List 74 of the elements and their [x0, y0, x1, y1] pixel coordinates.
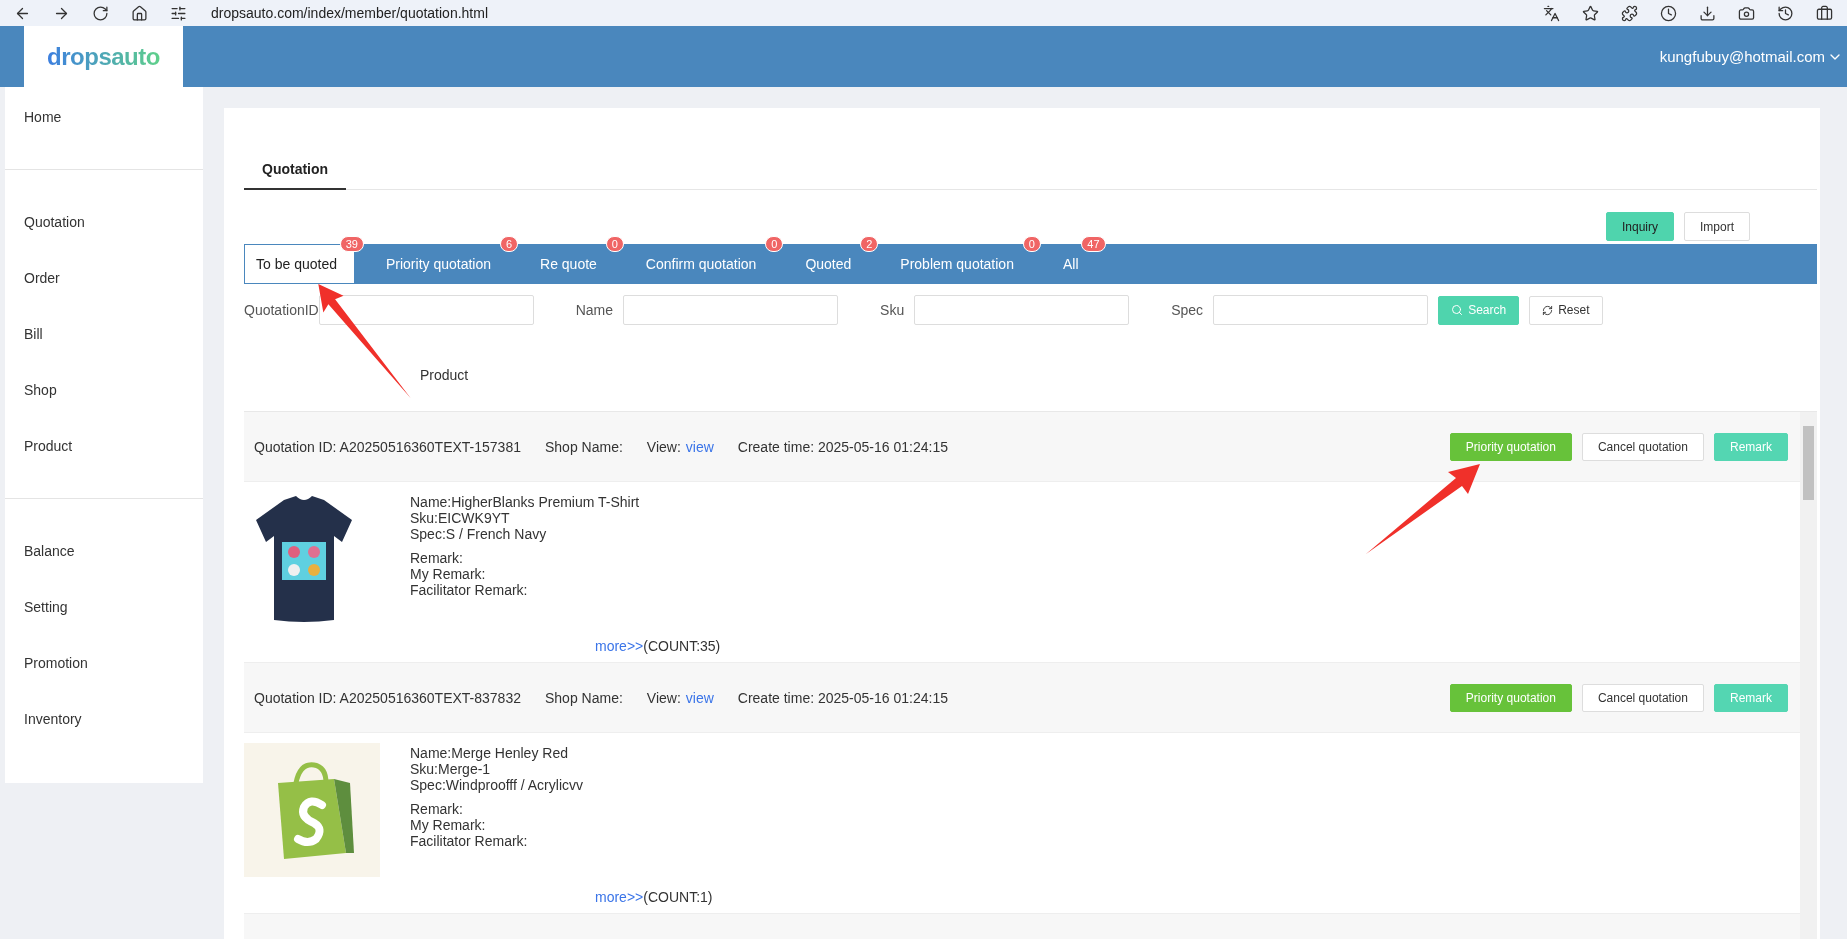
count-badge: 0: [605, 236, 624, 252]
filter-label: Sku: [880, 302, 905, 318]
reload-icon[interactable]: [92, 4, 109, 22]
remark-label: Remark:: [410, 550, 464, 566]
column-header: Product: [420, 367, 469, 383]
filter-input[interactable]: [318, 295, 534, 325]
remark-label: My Remark:: [410, 566, 487, 582]
remark-label: Remark:: [410, 801, 464, 817]
cancel-quotation-button[interactable]: Cancel quotation: [1581, 683, 1704, 712]
filter-label: Name: [575, 302, 614, 318]
more-link[interactable]: more>>: [595, 889, 644, 905]
remark-label: Facilitator Remark:: [410, 582, 529, 598]
sidebar-item[interactable]: Setting: [5, 579, 203, 635]
extension-icon[interactable]: [1621, 4, 1638, 22]
search-icon: [1451, 304, 1464, 316]
view-label: View:: [646, 438, 681, 455]
history-icon[interactable]: [1777, 4, 1794, 22]
product-detail: Sku:EICWK9YT: [410, 510, 511, 526]
product-detail: Spec:Windproofff / Acrylicvv: [410, 777, 583, 793]
count-badge: 2: [860, 236, 879, 252]
translate-icon[interactable]: [1543, 4, 1560, 22]
product-detail: Spec:S / French Navy: [410, 526, 548, 542]
count-badge: 0: [1022, 236, 1041, 252]
filter-input[interactable]: [1213, 295, 1429, 325]
cancel-quotation-button[interactable]: Cancel quotation: [1581, 432, 1704, 461]
filter-label: Spec: [1171, 302, 1204, 318]
count-badge: 0: [765, 236, 784, 252]
filter-input[interactable]: [623, 295, 839, 325]
view-label: View:: [646, 689, 681, 706]
product-detail: Name:HigherBlanks Premium T-Shirt: [410, 494, 640, 510]
sidebar-item[interactable]: Product: [5, 418, 203, 474]
download-icon[interactable]: [1699, 4, 1716, 22]
briefcase-icon[interactable]: [1816, 4, 1833, 22]
product-detail: Sku:Merge-1: [410, 761, 492, 777]
address-bar-url[interactable]: dropsauto.com/index/member/quotation.html: [211, 5, 489, 21]
view-link[interactable]: view: [685, 438, 714, 455]
scrollbar[interactable]: [1800, 412, 1817, 939]
sidebar-item[interactable]: Bill: [5, 306, 203, 362]
refresh-icon: [1542, 304, 1554, 316]
count-badge: 6: [499, 236, 519, 252]
bookmark-star-icon[interactable]: [1582, 4, 1599, 22]
sidebar-item[interactable]: Inventory: [5, 691, 203, 747]
sidebar-item[interactable]: Home: [5, 89, 203, 145]
create-time: Create time: 2025-05-16 01:24:15: [737, 689, 948, 706]
filter-input[interactable]: [914, 295, 1130, 325]
item-count: (COUNT:35): [643, 638, 721, 654]
home-icon[interactable]: [131, 4, 148, 22]
user-email[interactable]: kungfubuy@hotmail.com: [1659, 48, 1825, 65]
clock-icon[interactable]: [1660, 4, 1677, 22]
sidebar-item[interactable]: Quotation: [5, 194, 203, 250]
site-settings-icon[interactable]: [170, 4, 187, 22]
camera-icon[interactable]: [1738, 4, 1755, 22]
item-count: (COUNT:1): [643, 889, 713, 905]
create-time: Create time: 2025-05-16 01:24:15: [737, 438, 948, 455]
product-detail: Name:Merge Henley Red: [410, 745, 569, 761]
view-link[interactable]: view: [685, 689, 714, 706]
page-tab[interactable]: Quotation: [244, 150, 347, 190]
sidebar-item[interactable]: Shop: [5, 362, 203, 418]
shop-name: Shop Name:: [545, 438, 623, 455]
quotation-id: Quotation ID: A20250516360TEXT-157381: [254, 438, 521, 455]
import-button[interactable]: Import: [1684, 212, 1750, 241]
sidebar-item[interactable]: Order: [5, 250, 203, 306]
remark-label: My Remark:: [410, 817, 487, 833]
sidebar-item[interactable]: Balance: [5, 523, 203, 579]
sidebar-item[interactable]: Promotion: [5, 635, 203, 691]
more-link[interactable]: more>>: [595, 638, 644, 654]
quotation-id: Quotation ID: A20250516360TEXT-837832: [254, 689, 521, 706]
filter-label: QuotationID: [244, 302, 319, 318]
count-badge: 47: [1081, 236, 1106, 252]
shop-name: Shop Name:: [545, 689, 623, 706]
inquiry-button[interactable]: Inquiry: [1605, 212, 1674, 241]
count-badge: 39: [339, 236, 364, 252]
remark-label: Facilitator Remark:: [410, 833, 529, 849]
reset-button[interactable]: Reset: [1529, 295, 1603, 325]
